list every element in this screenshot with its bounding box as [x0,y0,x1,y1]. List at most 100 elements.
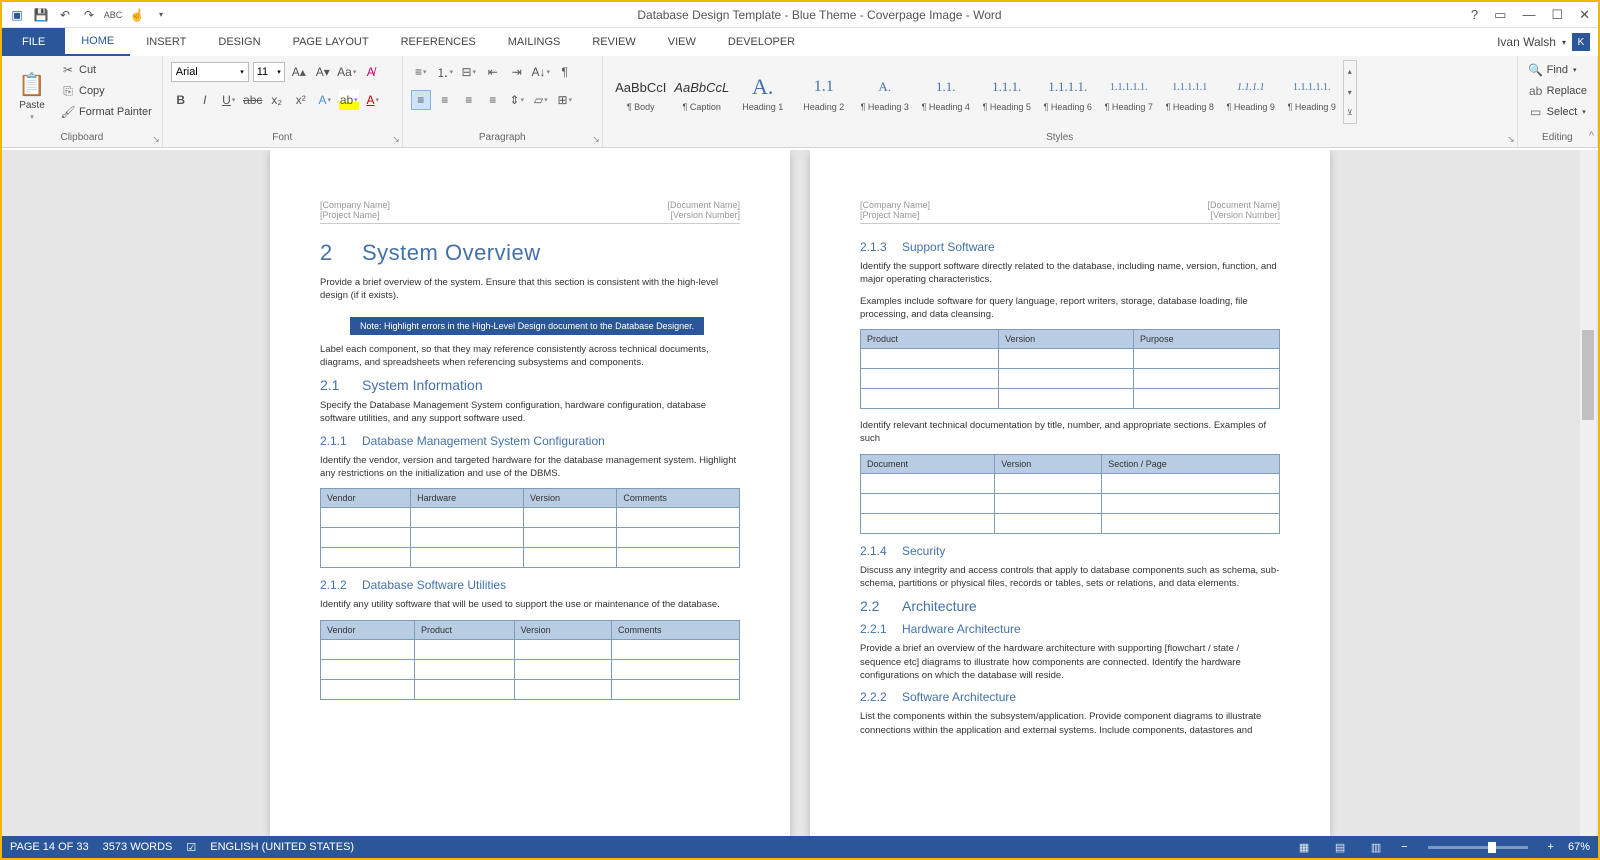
help-icon[interactable]: ? [1467,7,1482,22]
decrease-indent-button[interactable]: ⇤ [483,62,503,82]
style-caption[interactable]: AaBbCcL¶ Caption [672,60,732,124]
underline-button[interactable]: U [219,90,239,110]
italic-button[interactable]: I [195,90,215,110]
font-launcher[interactable]: ↘ [392,134,400,145]
numbering-button[interactable]: ⒈ [435,62,455,82]
style-heading8[interactable]: 1.1.1.1.1¶ Heading 8 [1160,60,1220,124]
collapse-ribbon-icon[interactable]: ^ [1589,130,1594,142]
font-size-select[interactable]: 11▾ [253,62,285,82]
sort-button[interactable]: A↓ [531,62,551,82]
align-left-button[interactable]: ≡ [411,90,431,110]
paste-button[interactable]: 📋 Paste ▾ [10,60,54,132]
clear-formatting-button[interactable]: A̸ [361,62,381,82]
style-heading4[interactable]: 1.1.¶ Heading 4 [916,60,976,124]
account-area[interactable]: Ivan Walsh ▾ K [1497,28,1598,56]
shading-button[interactable]: ▱ [531,90,551,110]
heading-system-information: 2.1System Information [320,377,740,393]
touch-mode-icon[interactable]: ☝ [126,4,148,26]
bullets-button[interactable]: ≡ [411,62,431,82]
increase-indent-button[interactable]: ⇥ [507,62,527,82]
body-text: Identify relevant technical documentatio… [860,419,1280,446]
zoom-slider[interactable] [1428,846,1528,849]
grow-font-button[interactable]: A▴ [289,62,309,82]
tab-references[interactable]: REFERENCES [385,28,492,56]
style-body[interactable]: AaBbCcI¶ Body [611,60,671,124]
scrollbar-thumb[interactable] [1582,330,1594,420]
align-center-button[interactable]: ≡ [435,90,455,110]
style-heading7[interactable]: 1.1.1.1.1.¶ Heading 7 [1099,60,1159,124]
zoom-level[interactable]: 67% [1568,841,1590,853]
close-icon[interactable]: ✕ [1575,7,1594,23]
minimize-icon[interactable]: — [1518,7,1539,22]
highlight-button[interactable]: ab [339,90,359,110]
title-bar: ▣ 💾 ↶ ↷ ABC ☝ ▾ Database Design Template… [2,2,1598,28]
style-heading9b[interactable]: 1.1.1.1.1.¶ Heading 9 [1282,60,1342,124]
document-area[interactable]: [Company Name][Project Name] [Document N… [2,150,1598,836]
tab-developer[interactable]: DEVELOPER [712,28,811,56]
font-color-button[interactable]: A [363,90,383,110]
show-marks-button[interactable]: ¶ [555,62,575,82]
style-heading3[interactable]: A.¶ Heading 3 [855,60,915,124]
styles-gallery[interactable]: AaBbCcI¶ Body AaBbCcL¶ Caption A.Heading… [611,60,1357,124]
status-language[interactable]: ENGLISH (UNITED STATES) [210,841,354,853]
body-text: Provide a brief overview of the system. … [320,276,740,303]
tab-view[interactable]: VIEW [652,28,712,56]
zoom-in-button[interactable]: + [1548,841,1554,853]
maximize-icon[interactable]: ☐ [1547,7,1567,23]
strikethrough-button[interactable]: abc [243,90,263,110]
redo-icon[interactable]: ↷ [78,4,100,26]
qat-more-icon[interactable]: ▾ [150,4,172,26]
heading-software-arch: 2.2.2Software Architecture [860,690,1280,704]
select-button[interactable]: ▭Select▾ [1526,102,1589,122]
spellcheck-icon[interactable]: ABC [102,4,124,26]
font-name-select[interactable]: Arial▾ [171,62,249,82]
copy-button[interactable]: ⎘Copy [58,81,154,101]
styles-launcher[interactable]: ↘ [1507,134,1515,145]
justify-button[interactable]: ≡ [483,90,503,110]
clipboard-launcher[interactable]: ↘ [152,134,160,145]
subscript-button[interactable]: x₂ [267,90,287,110]
style-heading9a[interactable]: 1.1.1.1¶ Heading 9 [1221,60,1281,124]
group-clipboard: 📋 Paste ▾ ✂Cut ⎘Copy 🖌Format Painter Cli… [2,56,163,147]
multilevel-button[interactable]: ⊟ [459,62,479,82]
line-spacing-button[interactable]: ⇕ [507,90,527,110]
undo-icon[interactable]: ↶ [54,4,76,26]
styles-gallery-scroll[interactable]: ▴▾⊻ [1343,60,1357,124]
borders-button[interactable]: ⊞ [555,90,575,110]
print-layout-icon[interactable]: ▤ [1329,838,1351,856]
shrink-font-button[interactable]: A▾ [313,62,333,82]
status-words[interactable]: 3573 WORDS [103,841,173,853]
word-icon[interactable]: ▣ [6,4,28,26]
status-proof-icon[interactable]: ☑ [186,841,196,854]
style-heading2[interactable]: 1.1Heading 2 [794,60,854,124]
tab-design[interactable]: DESIGN [202,28,276,56]
change-case-button[interactable]: Aa [337,62,357,82]
tab-insert[interactable]: INSERT [130,28,202,56]
ribbon-display-icon[interactable]: ▭ [1490,7,1510,23]
status-page[interactable]: PAGE 14 OF 33 [10,841,89,853]
web-layout-icon[interactable]: ▥ [1365,838,1387,856]
style-heading5[interactable]: 1.1.1.¶ Heading 5 [977,60,1037,124]
read-mode-icon[interactable]: ▦ [1293,838,1315,856]
find-button[interactable]: 🔍Find▾ [1526,60,1589,80]
page-header: [Company Name][Project Name] [Document N… [860,200,1280,224]
tab-page-layout[interactable]: PAGE LAYOUT [277,28,385,56]
zoom-out-button[interactable]: − [1401,841,1407,853]
replace-button[interactable]: abReplace [1526,81,1589,101]
superscript-button[interactable]: x² [291,90,311,110]
bold-button[interactable]: B [171,90,191,110]
vertical-scrollbar[interactable] [1580,150,1596,836]
tab-home[interactable]: HOME [65,28,130,56]
tab-review[interactable]: REVIEW [576,28,651,56]
paragraph-launcher[interactable]: ↘ [592,134,600,145]
heading-dbms-config: 2.1.1Database Management System Configur… [320,434,740,448]
text-effects-button[interactable]: A [315,90,335,110]
cut-button[interactable]: ✂Cut [58,60,154,80]
save-icon[interactable]: 💾 [30,4,52,26]
style-heading6[interactable]: 1.1.1.1.¶ Heading 6 [1038,60,1098,124]
align-right-button[interactable]: ≡ [459,90,479,110]
tab-file[interactable]: FILE [2,28,65,56]
format-painter-button[interactable]: 🖌Format Painter [58,102,154,122]
tab-mailings[interactable]: MAILINGS [492,28,577,56]
style-heading1[interactable]: A.Heading 1 [733,60,793,124]
